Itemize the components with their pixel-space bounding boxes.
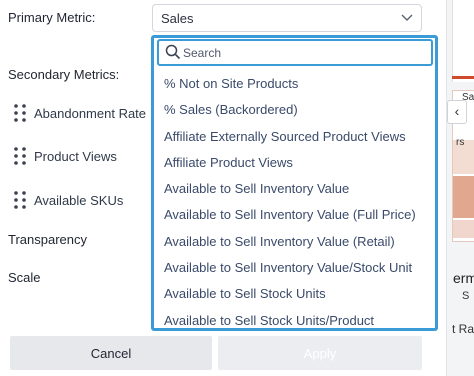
secondary-metric-item[interactable]: Available SKUs (8, 187, 148, 215)
secondary-metric-label: Abandonment Rate (34, 106, 147, 121)
secondary-metrics-label: Secondary Metrics: (8, 67, 120, 82)
dropdown-option[interactable]: Affiliate Product Views (154, 150, 434, 176)
primary-metric-value: Sales (161, 11, 194, 26)
background-text: S (462, 290, 470, 302)
metric-settings-panel: Primary Metric: Sales Secondary Metrics:… (0, 0, 446, 376)
transparency-label: Transparency (8, 232, 87, 247)
background-accent-line (452, 76, 474, 79)
dropdown-option[interactable]: % Sales (Backordered) (154, 97, 434, 123)
drag-handle-icon[interactable] (12, 189, 28, 211)
drag-handle-icon[interactable] (12, 102, 28, 124)
dropdown-option[interactable]: Available to Sell Inventory Value (Retai… (154, 229, 434, 255)
background-header (452, 0, 474, 82)
background-band (453, 220, 474, 238)
scale-label: Scale (8, 270, 41, 285)
secondary-metric-label: Product Views (34, 149, 117, 164)
primary-metric-select[interactable]: Sales (152, 4, 422, 32)
secondary-metric-item[interactable]: Abandonment Rate (8, 100, 148, 128)
dropdown-option[interactable]: Affiliate Externally Sourced Product Vie… (154, 124, 434, 150)
background-text: rs (456, 137, 465, 148)
dropdown-option[interactable]: % Not on Site Products (154, 71, 434, 97)
apply-button[interactable]: Apply (218, 336, 422, 370)
primary-metric-label: Primary Metric: (8, 10, 96, 25)
dropdown-options-list: % Not on Site Products % Sales (Backorde… (154, 71, 434, 334)
dropdown-search-input[interactable] (183, 43, 423, 62)
dropdown-option[interactable]: Available to Sell Inventory Value/Stock … (154, 255, 434, 281)
cancel-button[interactable]: Cancel (10, 336, 212, 370)
secondary-metric-label: Available SKUs (34, 193, 124, 208)
secondary-metric-item[interactable]: Product Views (8, 143, 148, 171)
metric-dropdown-menu: % Not on Site Products % Sales (Backorde… (151, 35, 438, 331)
dropdown-option[interactable]: Available to Sell Inventory Value (154, 176, 434, 202)
dropdown-option[interactable]: Available to Sell Stock Units/Product (154, 308, 434, 334)
collapse-panel-button[interactable]: ‹ (447, 100, 467, 124)
background-band (453, 176, 474, 218)
dropdown-option[interactable]: Available to Sell Stock Units (154, 281, 434, 307)
background-text: t Ra (452, 322, 474, 336)
background-text: erm (453, 270, 474, 286)
drag-handle-icon[interactable] (12, 145, 28, 167)
dropdown-search-box[interactable] (157, 39, 433, 66)
dropdown-option[interactable]: Available to Sell Inventory Value (Full … (154, 202, 434, 228)
chevron-down-icon (401, 14, 413, 21)
search-icon (165, 44, 181, 60)
